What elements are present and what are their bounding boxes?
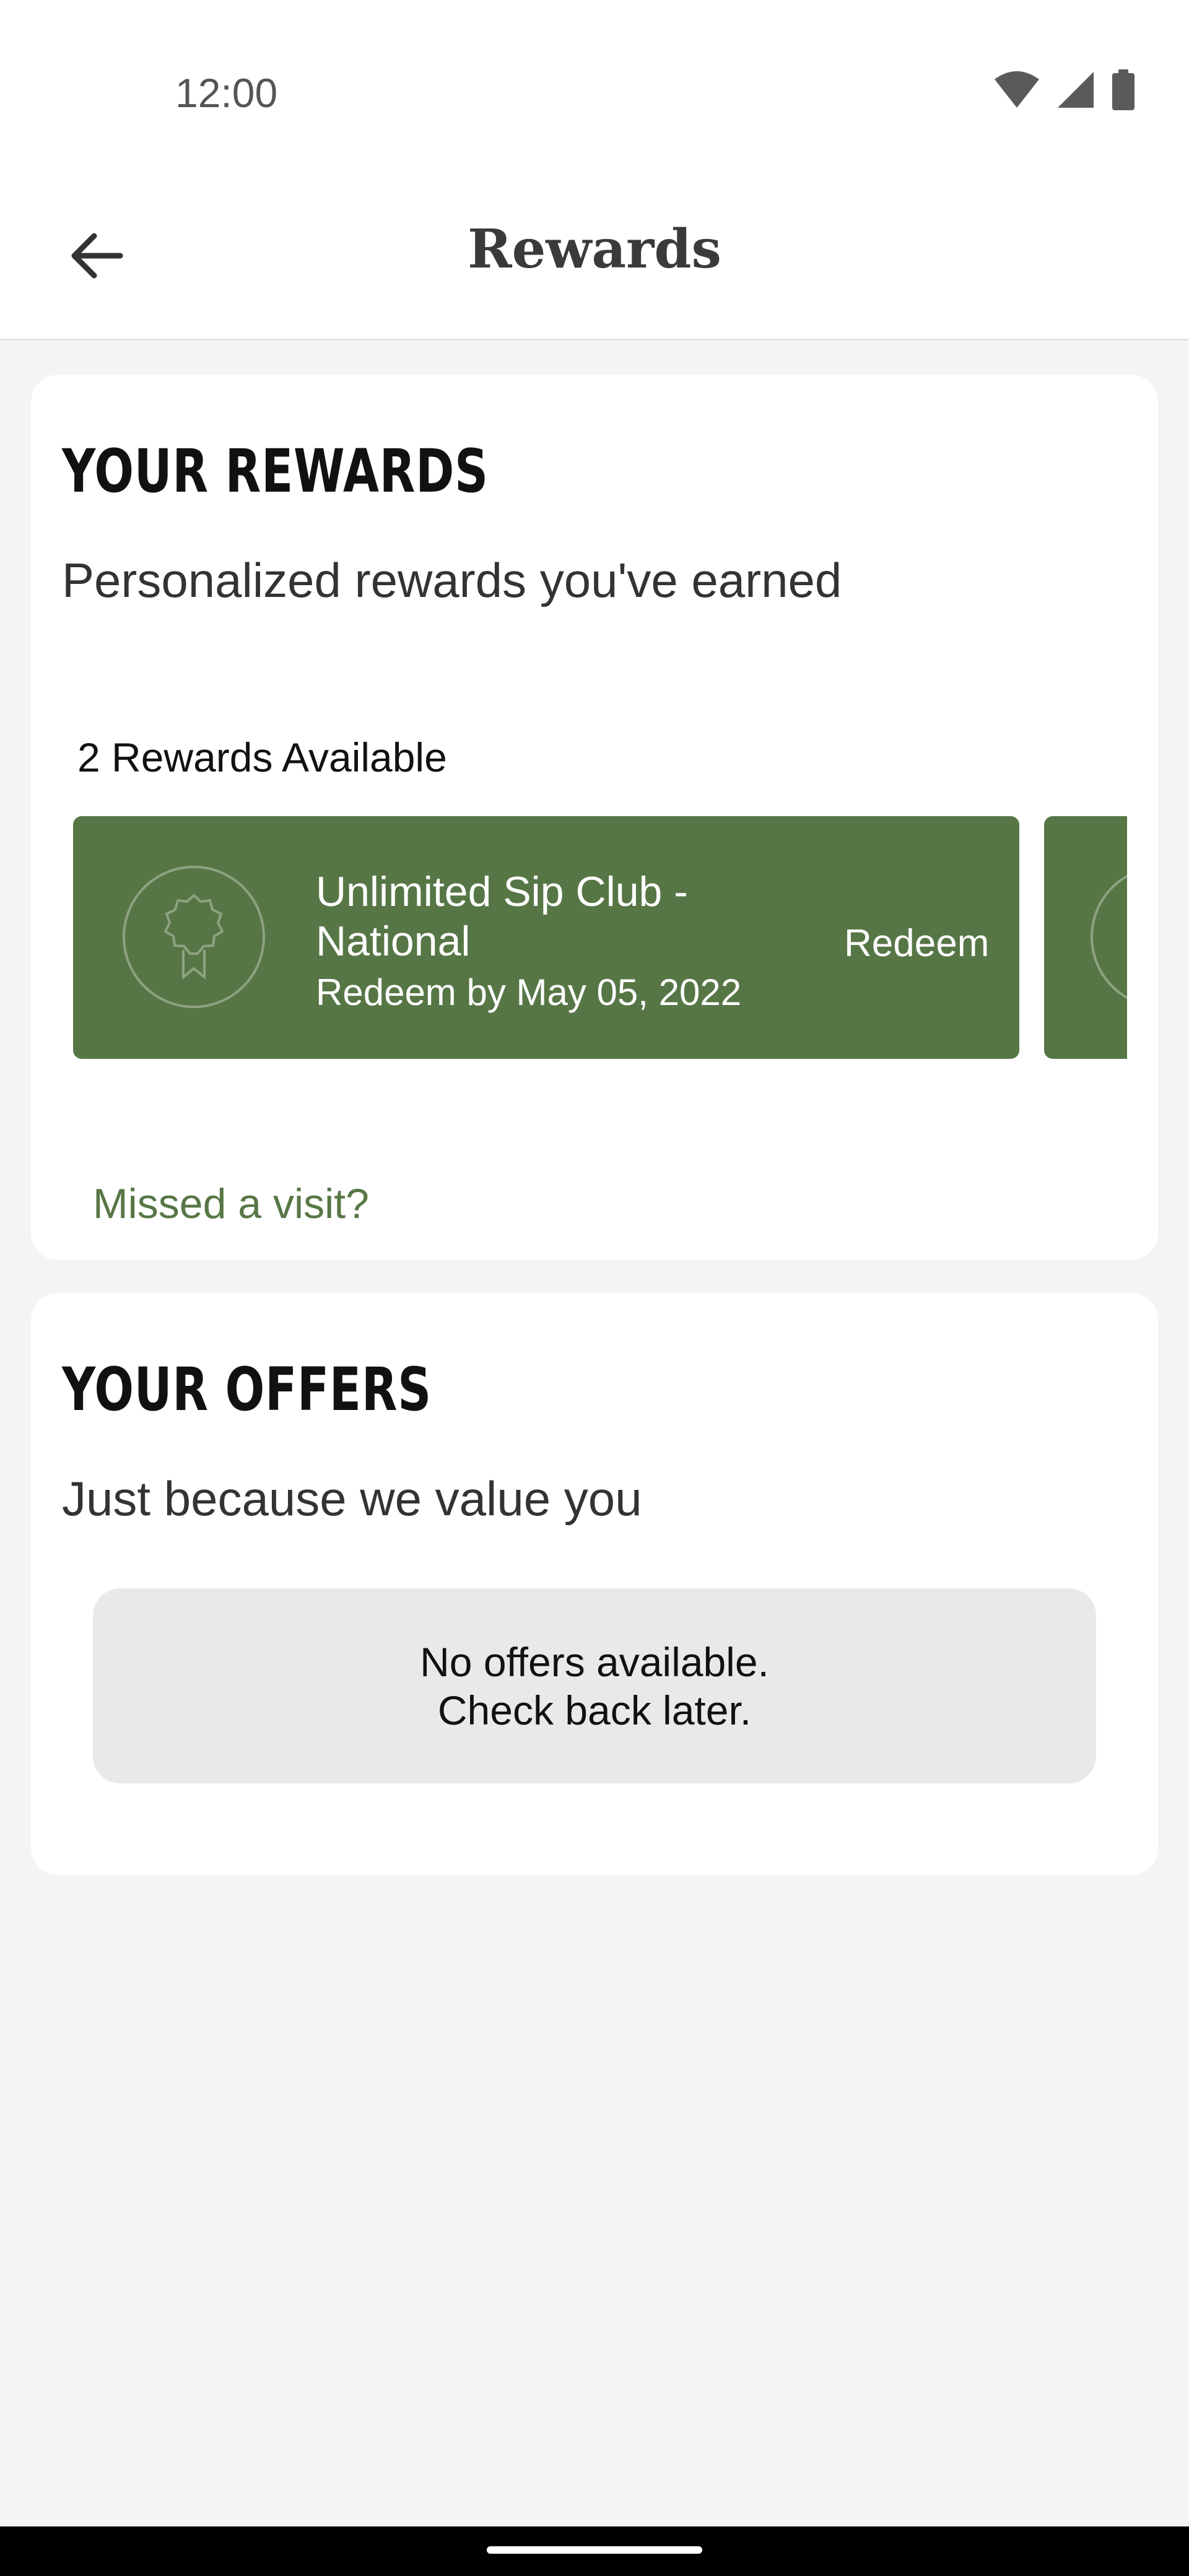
page-title: Rewards <box>468 218 721 281</box>
rewards-heading: YOUR REWARDS <box>62 437 489 506</box>
offers-heading: YOUR OFFERS <box>62 1355 432 1424</box>
battery-icon <box>1111 69 1136 113</box>
award-ribbon-icon <box>1091 866 1127 1008</box>
status-time: 12:00 <box>175 70 278 116</box>
top-app-bar: Rewards <box>0 173 1189 341</box>
reward-tile[interactable]: Unlimited Sip Club - National Redeem by … <box>73 816 1019 1059</box>
offers-subtitle: Just because we value you <box>62 1471 642 1526</box>
rewards-subtitle: Personalized rewards you've earned <box>62 553 842 607</box>
award-ribbon-icon <box>123 866 265 1008</box>
rewards-carousel[interactable]: Unlimited Sip Club - National Redeem by … <box>73 816 1127 1059</box>
missed-visit-link[interactable]: Missed a visit? <box>93 1180 369 1228</box>
redeem-button[interactable]: Redeem <box>844 921 989 965</box>
rewards-available-count: 2 Rewards Available <box>77 734 447 780</box>
reward-tile[interactable] <box>1044 816 1127 1059</box>
wifi-icon <box>993 71 1040 112</box>
reward-name: Unlimited Sip Club - National <box>316 868 688 965</box>
reward-redeem-by: Redeem by May 05, 2022 <box>316 972 742 1013</box>
navigation-bar <box>0 2526 1189 2576</box>
empty-state-line: No offers available. <box>420 1638 769 1685</box>
empty-state-line: Check back later. <box>437 1687 752 1733</box>
home-gesture-handle[interactable] <box>487 2546 702 2554</box>
status-icons <box>993 69 1136 113</box>
cell-signal-icon <box>1056 71 1095 112</box>
rewards-card: YOUR REWARDS Personalized rewards you've… <box>31 375 1158 1260</box>
offers-card: YOUR OFFERS Just because we value you No… <box>31 1293 1158 1875</box>
status-bar: 12:00 <box>0 0 1189 173</box>
offers-empty-state: No offers available. Check back later. <box>93 1588 1096 1783</box>
